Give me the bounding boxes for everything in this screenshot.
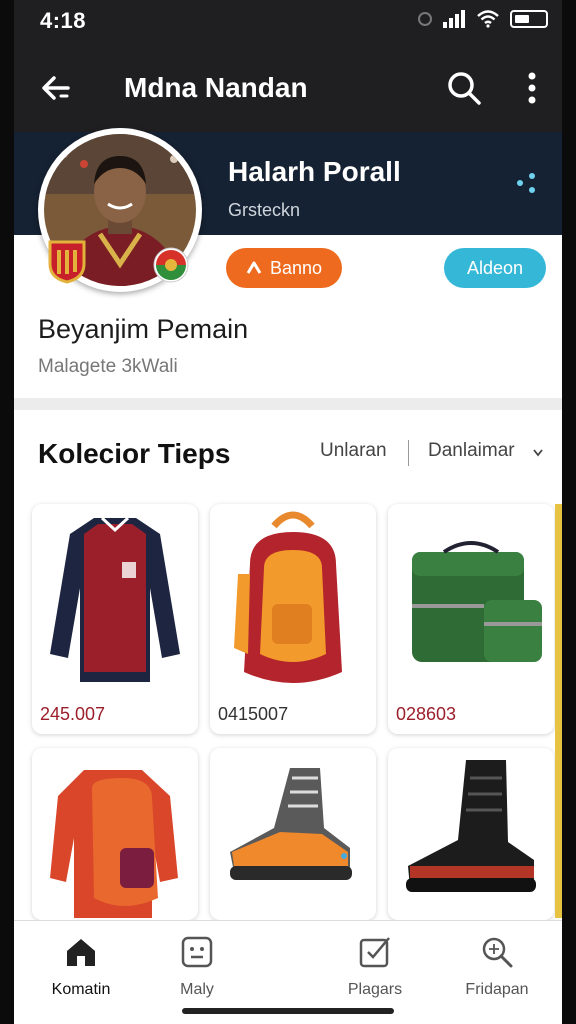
nav-item-label: Komatin bbox=[51, 981, 111, 998]
profile-name: Halarh Porall bbox=[228, 156, 401, 187]
filter-tab-1[interactable]: Unlaran bbox=[320, 440, 387, 462]
nav-item-label: Plagars bbox=[347, 981, 403, 998]
backpack-image bbox=[234, 511, 342, 683]
home-indicator[interactable] bbox=[182, 1008, 394, 1014]
team-badge-icon bbox=[153, 247, 189, 283]
product-price: 0415007 bbox=[218, 704, 289, 724]
chevron-down-icon[interactable] bbox=[532, 446, 544, 458]
product-price: 028603 bbox=[396, 704, 457, 724]
sneaker-image bbox=[230, 768, 352, 880]
profile-subtitle: Grsteckn bbox=[228, 200, 301, 220]
nav-item-label: Maly bbox=[180, 981, 214, 998]
nav-item-home[interactable]: Komatin bbox=[26, 934, 136, 999]
product-card[interactable] bbox=[210, 748, 376, 920]
product-card[interactable]: 0415007 bbox=[210, 504, 376, 734]
primary-action-button[interactable]: Banno bbox=[226, 248, 342, 288]
search-icon[interactable] bbox=[446, 70, 482, 106]
more-vertical-icon[interactable] bbox=[522, 70, 542, 106]
wifi-icon bbox=[477, 10, 499, 28]
nav-item-plagars[interactable]: Plagars bbox=[320, 934, 430, 999]
product-card[interactable] bbox=[388, 748, 554, 920]
collection-title: Kolecior Tieps bbox=[38, 438, 231, 469]
club-crest-icon bbox=[48, 240, 86, 284]
nav-item-label: Fridapan bbox=[465, 981, 529, 998]
secondary-action-button[interactable]: Aldeon bbox=[444, 248, 546, 288]
filter-separator bbox=[408, 440, 409, 466]
primary-action-label: Banno bbox=[269, 257, 323, 278]
grid-face-icon bbox=[181, 936, 213, 968]
product-card[interactable]: 028603 bbox=[388, 504, 554, 734]
next-card-peek bbox=[555, 504, 562, 918]
product-price: 245.007 bbox=[40, 704, 106, 724]
back-arrow-icon[interactable] bbox=[38, 70, 74, 106]
camera-icon bbox=[418, 12, 432, 26]
home-icon bbox=[67, 939, 95, 966]
nav-item-maly[interactable]: Maly bbox=[142, 934, 252, 999]
secondary-action-label: Aldeon bbox=[466, 257, 524, 278]
status-time: 4:18 bbox=[40, 8, 87, 33]
jacket-image bbox=[50, 516, 180, 682]
filter-tab-2[interactable]: Danlaimar bbox=[428, 440, 515, 462]
checklist-icon bbox=[359, 937, 390, 968]
black-boot-image bbox=[406, 760, 536, 892]
red-backpack-image bbox=[50, 770, 178, 918]
app-screen: 4:18 Mdna Nandan Halarh Porall Grsteckn … bbox=[14, 0, 562, 1024]
page-title: Mdna Nandan bbox=[124, 72, 308, 103]
product-card[interactable]: 245.007 bbox=[32, 504, 198, 734]
status-icons bbox=[418, 10, 548, 28]
top-bar: 4:18 Mdna Nandan bbox=[14, 0, 562, 132]
green-bag-image bbox=[412, 541, 542, 662]
section-title: Beyanjim Pemain bbox=[38, 314, 249, 344]
signal-icon bbox=[443, 10, 465, 28]
section-subtitle: Malagete 3kWali bbox=[38, 356, 178, 377]
divider bbox=[14, 398, 562, 410]
search-icon bbox=[482, 937, 513, 968]
share-icon[interactable] bbox=[514, 172, 538, 194]
battery-icon bbox=[510, 10, 548, 28]
product-card[interactable] bbox=[32, 748, 198, 920]
chevron-up-icon bbox=[246, 261, 262, 274]
nav-item-fridapan[interactable]: Fridapan bbox=[442, 934, 552, 999]
